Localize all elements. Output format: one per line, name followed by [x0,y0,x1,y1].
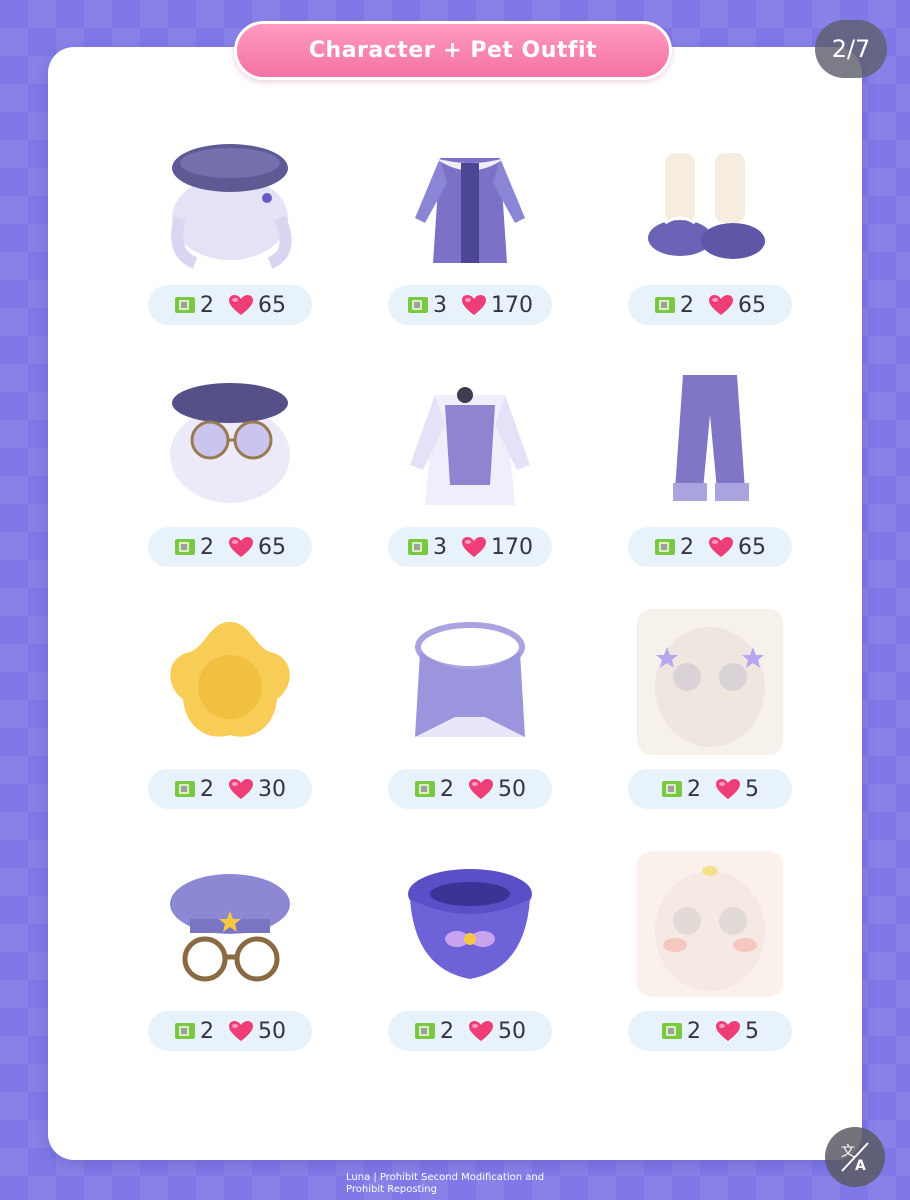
heart-icon [708,536,734,558]
heart-cost: 50 [258,1018,286,1044]
price-tag: 2 30 [148,769,312,809]
heart-icon [715,1020,741,1042]
ticket-icon [414,1021,436,1041]
heart-icon [228,1020,254,1042]
ticket-icon [174,779,196,799]
outfit-item[interactable]: 2 5 [600,604,820,834]
page-indicator: 2/7 [815,20,887,78]
ticket-icon [661,1021,683,1041]
translate-icon: 文 A [841,1142,869,1174]
outfit-item[interactable]: 2 50 [360,846,580,1076]
svg-text:文: 文 [841,1144,855,1160]
star-eye-makeup-face-icon [630,604,790,759]
price-tag: 2 65 [148,285,312,325]
heart-cost: 65 [738,292,766,318]
page-title: Character + Pet Outfit [234,21,672,80]
outfit-item[interactable]: 3 170 [360,120,580,350]
price-tag: 2 65 [628,527,792,567]
heart-cost: 30 [258,776,286,802]
price-tag: 2 50 [388,1011,552,1051]
heart-cost: 50 [498,1018,526,1044]
outfit-item[interactable]: 2 30 [120,604,340,834]
collar-cape-icon [390,604,550,759]
yellow-star-pillow-icon [150,604,310,759]
ticket-icon [407,295,429,315]
pet-beret-glasses-icon [150,846,310,1001]
translate-button[interactable]: 文 A [825,1127,885,1187]
ticket-cost: 2 [680,292,694,318]
price-tag: 2 65 [628,285,792,325]
footer-credit: Luna | Prohibit Second Modification and … [346,1172,586,1196]
ticket-cost: 2 [200,534,214,560]
outfit-item[interactable]: 3 170 [360,362,580,592]
page-title-text: Character + Pet Outfit [308,38,598,63]
heart-icon [461,294,487,316]
ticket-icon [174,537,196,557]
ticket-cost: 2 [200,776,214,802]
ticket-icon [174,295,196,315]
heart-icon [715,778,741,800]
outfit-item[interactable]: 2 65 [600,362,820,592]
ticket-cost: 2 [200,292,214,318]
heart-cost: 65 [258,292,286,318]
footer-line-1: Luna | Prohibit Second Modification and [346,1172,545,1183]
heart-icon [708,294,734,316]
price-tag: 2 5 [628,769,792,809]
price-tag: 2 50 [148,1011,312,1051]
price-tag: 3 170 [388,527,552,567]
heart-cost: 50 [498,776,526,802]
footer-line-2: Prohibit Reposting [346,1184,437,1195]
outfit-item[interactable]: 2 5 [600,846,820,1076]
heart-cost: 5 [745,1018,759,1044]
ticket-icon [654,295,676,315]
price-tag: 2 50 [388,769,552,809]
heart-icon [228,294,254,316]
purple-beret-hair-icon [150,120,310,275]
outfit-item[interactable]: 2 65 [600,120,820,350]
outfit-item[interactable]: 2 65 [120,120,340,350]
heart-icon [468,778,494,800]
svg-text:A: A [855,1158,866,1174]
ticket-cost: 3 [433,292,447,318]
ticket-icon [407,537,429,557]
hat-glasses-hair-icon [150,362,310,517]
price-tag: 2 5 [628,1011,792,1051]
price-tag: 2 65 [148,527,312,567]
heart-icon [228,536,254,558]
outfit-item[interactable]: 2 65 [120,362,340,592]
heart-cost: 170 [491,292,533,318]
ticket-cost: 2 [687,1018,701,1044]
outfit-item[interactable]: 2 50 [360,604,580,834]
price-tag: 3 170 [388,285,552,325]
ticket-icon [661,779,683,799]
ticket-cost: 3 [433,534,447,560]
ticket-cost: 2 [680,534,694,560]
heart-icon [468,1020,494,1042]
leg-warmer-shoes-icon [630,120,790,275]
heart-icon [461,536,487,558]
purple-pants-icon [630,362,790,517]
outfit-item[interactable]: 2 50 [120,846,340,1076]
ticket-icon [174,1021,196,1041]
ticket-cost: 2 [440,776,454,802]
purple-jacket-dress-icon [390,120,550,275]
blush-makeup-face-icon [630,846,790,1001]
page-indicator-text: 2/7 [831,35,871,63]
heart-cost: 5 [745,776,759,802]
ticket-cost: 2 [200,1018,214,1044]
white-cape-outfit-icon [390,362,550,517]
ticket-icon [654,537,676,557]
heart-icon [228,778,254,800]
ticket-icon [414,779,436,799]
heart-cost: 170 [491,534,533,560]
ticket-cost: 2 [440,1018,454,1044]
heart-cost: 65 [738,534,766,560]
heart-cost: 65 [258,534,286,560]
pet-star-collar-icon [390,846,550,1001]
ticket-cost: 2 [687,776,701,802]
